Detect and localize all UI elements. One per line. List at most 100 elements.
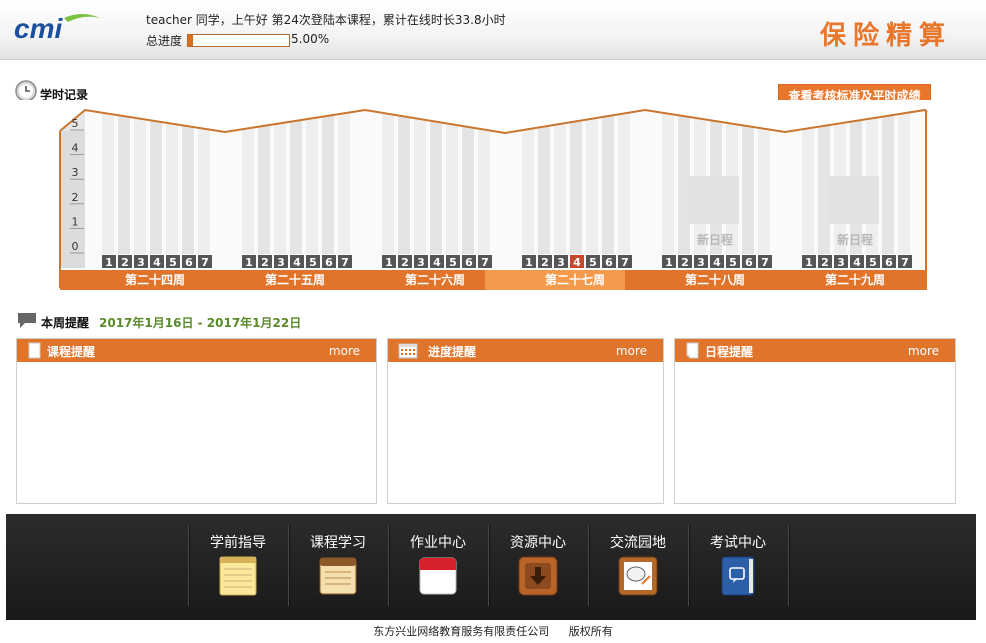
- day-label: 2: [121, 256, 129, 269]
- day-label: 7: [621, 256, 629, 269]
- day-label: 4: [713, 256, 721, 269]
- day-column: [742, 108, 754, 254]
- day-column: [414, 108, 426, 254]
- day-column: [150, 108, 162, 254]
- day-column: [134, 108, 146, 254]
- panel-header: 进度提醒 more: [388, 339, 663, 362]
- header: cmi teacher 同学，上午好 第24次登陆本课程，累计在线时长33.8小…: [0, 0, 986, 60]
- note-page-icon: [686, 342, 699, 359]
- day-label: 7: [901, 256, 909, 269]
- day-label: 7: [341, 256, 349, 269]
- day-column: [382, 108, 394, 254]
- day-label: 2: [541, 256, 549, 269]
- progress-more-link[interactable]: more: [616, 344, 647, 358]
- y-tick-label: 4: [72, 142, 79, 155]
- week-label: 第二十八周: [685, 272, 745, 287]
- day-label: 3: [697, 256, 705, 269]
- week-label: 第二十九周: [825, 272, 885, 287]
- day-column: [462, 108, 474, 254]
- day-label: 3: [837, 256, 845, 269]
- nav-item-exam[interactable]: 考试中心: [688, 520, 788, 614]
- nav-item-forum[interactable]: 交流园地: [588, 520, 688, 614]
- nav-item-resources[interactable]: 资源中心: [488, 520, 588, 614]
- notes-icon: [319, 557, 357, 595]
- day-label: 6: [325, 256, 333, 269]
- nav-label: 交流园地: [610, 535, 666, 551]
- progress-bar: [187, 34, 290, 47]
- week-label: 第二十六周: [405, 272, 465, 287]
- y-tick-label: 3: [72, 166, 79, 179]
- day-column: [398, 108, 410, 254]
- day-label: 3: [137, 256, 145, 269]
- day-column: [678, 108, 690, 254]
- day-column: [338, 108, 350, 254]
- course-more-link[interactable]: more: [329, 344, 360, 358]
- panel-title: 日程提醒: [705, 345, 754, 359]
- day-column: [586, 108, 598, 254]
- day-label: 1: [385, 256, 393, 269]
- progress-label: 总进度: [146, 34, 183, 48]
- new-schedule-label: 新日程: [697, 232, 733, 247]
- weekly-reminder-title: 本周提醒: [41, 316, 90, 330]
- day-column: [602, 108, 614, 254]
- day-label: 2: [821, 256, 829, 269]
- footer-company: 东方兴业网络教育服务有限责任公司: [373, 625, 550, 638]
- day-label: 5: [589, 256, 597, 269]
- calendar-icon: [419, 557, 457, 595]
- course-reminder-panel: 课程提醒 more: [16, 338, 377, 504]
- y-tick-label: 2: [72, 191, 79, 204]
- nav-label: 课程学习: [310, 535, 366, 551]
- nav-label: 学前指导: [210, 535, 266, 551]
- day-column: [898, 108, 910, 254]
- day-column: [182, 108, 194, 254]
- day-label: 5: [169, 256, 177, 269]
- day-label: 1: [525, 256, 533, 269]
- day-column: [258, 108, 270, 254]
- day-label: 3: [417, 256, 425, 269]
- day-label: 2: [401, 256, 409, 269]
- greeting-text: teacher 同学，上午好 第24次登陆本课程，累计在线时长33.8小时: [146, 13, 506, 27]
- schedule-more-link[interactable]: more: [908, 344, 939, 358]
- panel-title: 进度提醒: [428, 345, 477, 359]
- day-column: [818, 108, 830, 254]
- day-column: [662, 108, 674, 254]
- progress-reminder-panel: 进度提醒 more: [387, 338, 664, 504]
- day-label: 1: [105, 256, 113, 269]
- day-label: 4: [293, 256, 301, 269]
- day-label: 1: [665, 256, 673, 269]
- y-tick-label: 1: [72, 215, 79, 228]
- day-column: [446, 108, 458, 254]
- cmi-logo: cmi: [14, 13, 100, 44]
- day-label: 6: [885, 256, 893, 269]
- day-label: 3: [277, 256, 285, 269]
- day-label: 4: [853, 256, 861, 269]
- nav-item-course-study[interactable]: 课程学习: [288, 520, 388, 614]
- page: cmi teacher 同学，上午好 第24次登陆本课程，累计在线时长33.8小…: [0, 0, 986, 643]
- study-hours-chart: 5432101 2 3 4 5 6 7第二十四周1 2 3 4 5 6 7第二十五周1 2 3 4 5 6 7第二十…: [0, 100, 986, 290]
- day-label: 4: [573, 256, 581, 269]
- progress-fill: [188, 35, 194, 46]
- day-label: 3: [557, 256, 565, 269]
- day-column: [274, 108, 286, 254]
- day-column: [570, 108, 582, 254]
- day-label: 4: [153, 256, 161, 269]
- panel-header: 日程提醒 more: [675, 339, 955, 362]
- day-column: [618, 108, 630, 254]
- week-label: 第二十五周: [265, 272, 325, 287]
- day-label: 2: [681, 256, 689, 269]
- new-schedule-placeholder: [829, 176, 879, 224]
- nav-divider: [788, 526, 789, 606]
- new-schedule-placeholder: [689, 176, 739, 224]
- day-column: [538, 108, 550, 254]
- svg-text:cmi: cmi: [14, 13, 63, 44]
- day-label: 1: [245, 256, 253, 269]
- day-column: [322, 108, 334, 254]
- speech-bubble-icon: [18, 313, 36, 328]
- nav-item-pre-study[interactable]: 学前指导: [188, 520, 288, 614]
- day-label: 6: [605, 256, 613, 269]
- nav-item-homework[interactable]: 作业中心: [388, 520, 488, 614]
- chat-board-icon: [618, 556, 658, 596]
- schedule-reminder-panel: 日程提醒 more: [674, 338, 956, 504]
- clock-icon: [15, 80, 37, 102]
- day-label: 7: [201, 256, 209, 269]
